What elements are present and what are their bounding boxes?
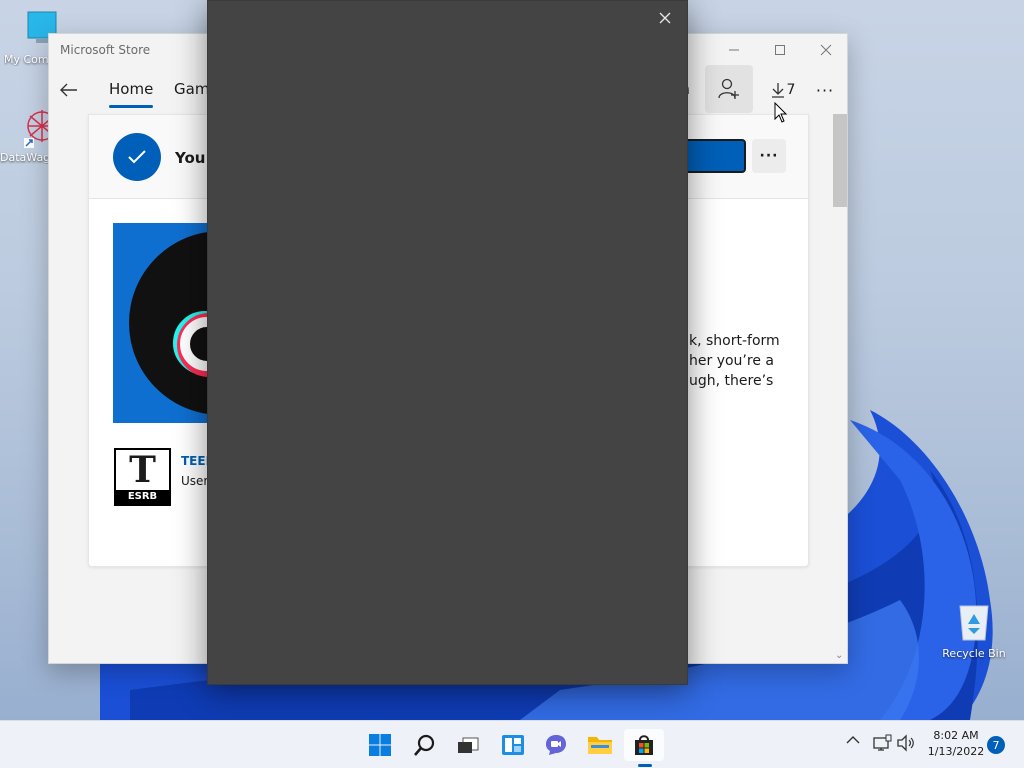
chevron-down-icon[interactable]: ⌄ xyxy=(835,650,843,661)
tab-home[interactable]: Home xyxy=(109,80,154,108)
taskbar: 8:02 AM 1/13/2022 7 xyxy=(0,720,1024,768)
chat-icon xyxy=(546,735,566,755)
downloads-button[interactable]: 7 xyxy=(761,78,805,102)
start-icon xyxy=(369,734,391,756)
description-line: ugh, there’s xyxy=(689,373,774,389)
minimize-icon xyxy=(729,49,739,51)
speaker-icon xyxy=(897,734,914,752)
task-view-button[interactable] xyxy=(448,729,488,761)
scrollbar[interactable]: ⌄ xyxy=(833,114,847,663)
show-hidden-icons-button[interactable] xyxy=(846,735,860,745)
desktop-icon-recycle-bin[interactable]: Recycle Bin xyxy=(942,600,1006,660)
mouse-cursor-icon xyxy=(774,102,788,123)
active-app-indicator xyxy=(638,764,652,767)
file-explorer-icon xyxy=(588,737,612,754)
card-more-button[interactable]: ··· xyxy=(752,139,786,173)
esrb-rating-badge: T ESRB xyxy=(114,448,171,506)
esrb-letter: T xyxy=(129,449,156,491)
network-button[interactable] xyxy=(872,734,892,752)
checkmark-icon xyxy=(113,133,161,181)
back-button[interactable] xyxy=(57,78,81,102)
network-icon xyxy=(873,734,892,751)
description-line: her you’re a xyxy=(689,353,774,369)
scrollbar-thumb[interactable] xyxy=(833,114,847,207)
maximize-button[interactable] xyxy=(757,34,803,66)
chat-button[interactable] xyxy=(536,729,576,761)
add-user-icon xyxy=(718,78,739,99)
arrow-left-icon xyxy=(60,83,77,97)
account-button[interactable] xyxy=(705,65,753,113)
window-title: Microsoft Store xyxy=(60,43,151,57)
search-button[interactable] xyxy=(405,729,445,761)
widgets-button[interactable] xyxy=(493,729,533,761)
notification-badge[interactable]: 7 xyxy=(987,736,1005,754)
more-options-button[interactable]: ··· xyxy=(811,78,839,102)
store-icon xyxy=(635,735,653,755)
start-button[interactable] xyxy=(360,729,400,761)
chevron-up-icon xyxy=(846,736,860,744)
downloads-count: 7 xyxy=(786,82,796,98)
maximize-icon xyxy=(775,45,785,55)
overlay-dialog xyxy=(207,0,688,685)
close-window-button[interactable] xyxy=(803,34,847,66)
clock-date: 1/13/2022 xyxy=(927,745,985,758)
dialog-close-button[interactable] xyxy=(656,9,674,27)
close-icon xyxy=(659,12,671,24)
store-taskbar-button[interactable] xyxy=(624,729,664,761)
clock[interactable]: 8:02 AM 1/13/2022 xyxy=(924,728,988,760)
close-icon xyxy=(820,44,832,56)
clock-time: 8:02 AM xyxy=(933,729,979,742)
esrb-brand: ESRB xyxy=(116,490,169,504)
search-icon xyxy=(414,734,435,756)
app-description: k, short-form her you’re a ugh, there’s xyxy=(689,331,808,391)
widgets-icon xyxy=(502,735,524,755)
description-line: k, short-form xyxy=(689,333,780,349)
desktop-icon-label: Recycle Bin xyxy=(942,647,1006,660)
recycle-bin-icon xyxy=(959,605,989,641)
volume-button[interactable] xyxy=(896,734,916,752)
download-icon xyxy=(771,83,784,98)
minimize-button[interactable] xyxy=(711,34,757,66)
file-explorer-button[interactable] xyxy=(580,729,620,761)
task-view-icon xyxy=(458,737,479,753)
